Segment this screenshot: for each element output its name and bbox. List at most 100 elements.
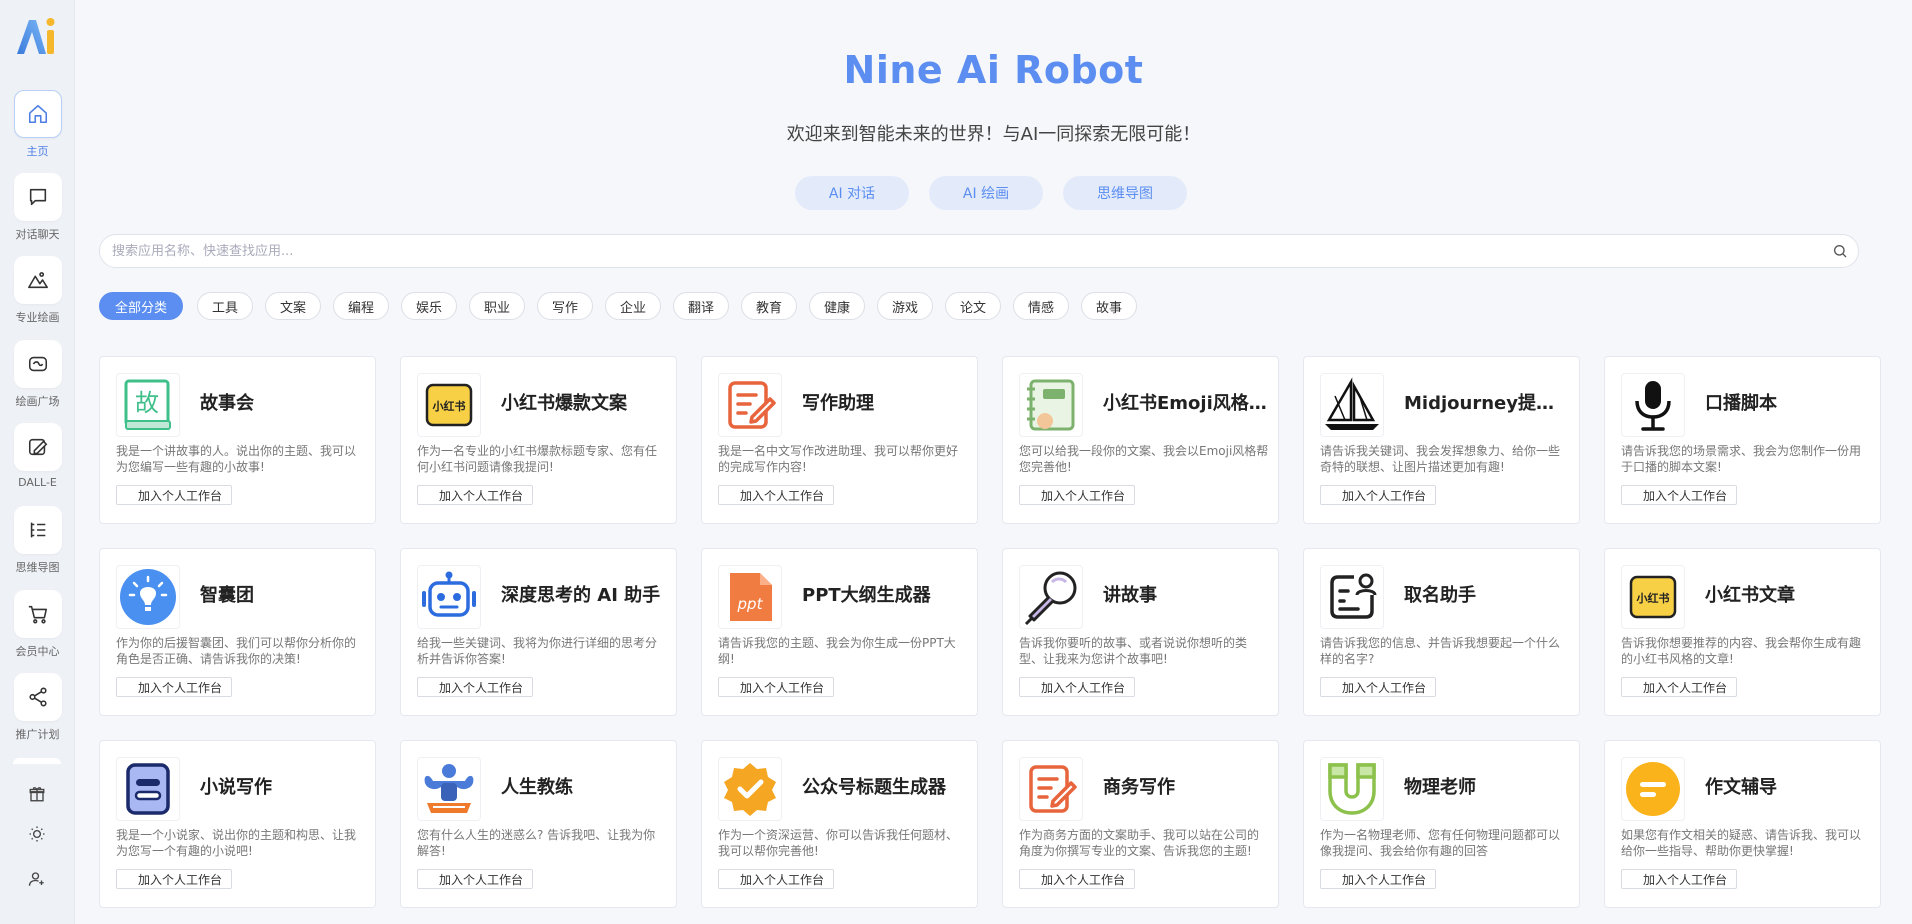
nav-gallery[interactable]: 绘画广场 <box>0 340 75 409</box>
nav-dalle-label: DALL-E <box>18 476 57 489</box>
document-icon <box>116 757 180 821</box>
app-card[interactable]: 小红书 小红书爆款文案 作为一名专业的小红书爆款标题专家、您有任何小红书问题请像… <box>400 356 677 524</box>
name-card-icon <box>1320 565 1384 629</box>
writing-icon <box>1019 757 1083 821</box>
nav-mindmap[interactable]: 思维导图 <box>0 506 75 575</box>
gift-icon[interactable] <box>24 781 50 807</box>
app-card[interactable]: 人生教练 您有什么人生的迷惑么? 告诉我吧、让我为你解答! 加入个人工作台 <box>400 740 677 908</box>
sun-icon[interactable] <box>24 821 50 847</box>
nav-member[interactable]: 会员中心 <box>0 590 75 659</box>
app-card[interactable]: 小红书Emoji风格文案 您可以给我一段你的文案、我会以Emoji风格帮您完善他… <box>1002 356 1279 524</box>
app-description: 作为一名物理老师、您有任何物理问题都可以像我提问、我会给你有趣的回答 <box>1320 828 1561 858</box>
category-writing[interactable]: 写作 <box>537 292 593 320</box>
add-to-workspace-button[interactable]: 加入个人工作台 <box>116 485 232 505</box>
ai-chat-button[interactable]: AI 对话 <box>795 176 909 210</box>
app-card[interactable]: 讲故事 告诉我你要听的故事、或者说说你想听的类型、让我来为您讲个故事吧! 加入个… <box>1002 548 1279 716</box>
app-card[interactable]: 公众号标题生成器 作为一个资深运营、你可以告诉我任何题材、我可以帮你完善他! 加… <box>701 740 978 908</box>
category-coding[interactable]: 编程 <box>333 292 389 320</box>
add-to-workspace-button[interactable]: 加入个人工作台 <box>1621 869 1737 889</box>
nav-promote[interactable]: 推广计划 <box>0 673 75 742</box>
sailboat-icon <box>1320 373 1384 437</box>
category-entertainment[interactable]: 娱乐 <box>401 292 457 320</box>
cart-icon <box>13 590 62 638</box>
category-enterprise[interactable]: 企业 <box>605 292 661 320</box>
add-to-workspace-button[interactable]: 加入个人工作台 <box>718 869 834 889</box>
app-description: 作为商务方面的文案助手、我可以站在公司的角度为你撰写专业的文案、告诉我您的主题! <box>1019 828 1260 858</box>
category-emotion[interactable]: 情感 <box>1013 292 1069 320</box>
app-card[interactable]: 智囊团 作为你的后援智囊团、我们可以帮你分析你的角色是否正确、请告诉我你的决策!… <box>99 548 376 716</box>
app-card[interactable]: 物理老师 作为一名物理老师、您有任何物理问题都可以像我提问、我会给你有趣的回答 … <box>1303 740 1580 908</box>
add-to-workspace-button[interactable]: 加入个人工作台 <box>417 869 533 889</box>
app-description: 请告诉我您的主题、我会为你生成一份PPT大纲! <box>718 636 956 666</box>
mindmap-button[interactable]: 思维导图 <box>1063 176 1187 210</box>
search-icon[interactable] <box>1832 243 1848 259</box>
add-to-workspace-button[interactable]: 加入个人工作台 <box>417 677 533 697</box>
app-title: Midjourney提示词生成 <box>1404 393 1569 414</box>
ai-painting-button[interactable]: AI 绘画 <box>929 176 1043 210</box>
add-to-workspace-button[interactable]: 加入个人工作台 <box>1019 485 1135 505</box>
add-to-workspace-button[interactable]: 加入个人工作台 <box>1019 869 1135 889</box>
app-card[interactable]: 作文辅导 如果您有作文相关的疑惑、请告诉我、我可以给你一些指导、帮助你更快掌握!… <box>1604 740 1881 908</box>
app-title: 口播脚本 <box>1705 393 1777 414</box>
app-description: 给我一些关键词、我将为你进行详细的思考分析并告诉你答案! <box>417 636 658 666</box>
app-description: 如果您有作文相关的疑惑、请告诉我、我可以给你一些指导、帮助你更快掌握! <box>1621 828 1862 858</box>
add-to-workspace-button[interactable]: 加入个人工作台 <box>1621 677 1737 697</box>
add-to-workspace-button[interactable]: 加入个人工作台 <box>1320 485 1436 505</box>
karaoke-mic-icon <box>1019 565 1083 629</box>
app-card[interactable]: ppt PPT大纲生成器 请告诉我您的主题、我会为你生成一份PPT大纲! 加入个… <box>701 548 978 716</box>
category-education[interactable]: 教育 <box>741 292 797 320</box>
app-title: 物理老师 <box>1404 777 1476 798</box>
add-to-workspace-button[interactable]: 加入个人工作台 <box>1621 485 1737 505</box>
app-card[interactable]: 小说写作 我是一个小说家、说出你的主题和构思、让我为您写一个有趣的小说吧! 加入… <box>99 740 376 908</box>
category-tools[interactable]: 工具 <box>197 292 253 320</box>
nav-painting[interactable]: 专业绘画 <box>0 256 75 325</box>
app-card[interactable]: 商务写作 作为商务方面的文案助手、我可以站在公司的角度为你撰写专业的文案、告诉我… <box>1002 740 1279 908</box>
app-title: 公众号标题生成器 <box>802 777 946 798</box>
app-card[interactable]: 小红书 小红书文章 告诉我你想要推荐的内容、我会帮你生成有趣的小红书风格的文章!… <box>1604 548 1881 716</box>
add-to-workspace-button[interactable]: 加入个人工作台 <box>1320 869 1436 889</box>
category-games[interactable]: 游戏 <box>877 292 933 320</box>
app-title: 小红书爆款文案 <box>501 393 627 414</box>
category-copywriting[interactable]: 文案 <box>265 292 321 320</box>
app-card[interactable]: 写作助理 我是一名中文写作改进助理、我可以帮你更好的完成写作内容! 加入个人工作… <box>701 356 978 524</box>
app-title: PPT大纲生成器 <box>802 585 931 606</box>
app-description: 告诉我你要听的故事、或者说说你想听的类型、让我来为您讲个故事吧! <box>1019 636 1248 666</box>
category-health[interactable]: 健康 <box>809 292 865 320</box>
add-to-workspace-button[interactable]: 加入个人工作台 <box>417 485 533 505</box>
category-all[interactable]: 全部分类 <box>99 292 183 320</box>
app-card[interactable]: 故 故事会 我是一个讲故事的人。说出你的主题、我可以为您编写一些有趣的小故事! … <box>99 356 376 524</box>
app-description: 我是一个小说家、说出你的主题和构思、让我为您写一个有趣的小说吧! <box>116 828 357 858</box>
category-stories[interactable]: 故事 <box>1081 292 1137 320</box>
app-card[interactable]: 深度思考的 AI 助手 给我一些关键词、我将为你进行详细的思考分析并告诉你答案!… <box>400 548 677 716</box>
mindmap-icon <box>13 506 62 554</box>
hero-subtitle: 欢迎来到智能未来的世界！与AI一同探索无限可能！ <box>786 124 1201 145</box>
add-to-workspace-button[interactable]: 加入个人工作台 <box>1320 677 1436 697</box>
nav-dalle[interactable]: DALL-E <box>0 423 75 489</box>
add-to-workspace-button[interactable]: 加入个人工作台 <box>718 677 834 697</box>
writing-icon <box>718 373 782 437</box>
category-papers[interactable]: 论文 <box>945 292 1001 320</box>
add-to-workspace-button[interactable]: 加入个人工作台 <box>116 677 232 697</box>
category-translation[interactable]: 翻译 <box>673 292 729 320</box>
add-to-workspace-button[interactable]: 加入个人工作台 <box>718 485 834 505</box>
notebook-icon <box>1019 373 1083 437</box>
category-career[interactable]: 职业 <box>469 292 525 320</box>
app-title: 商务写作 <box>1103 777 1175 798</box>
nav-gallery-label: 绘画广场 <box>15 395 60 408</box>
app-title: 故事会 <box>200 393 254 414</box>
app-card[interactable]: 取名助手 请告诉我您的信息、并告诉我想要起一个什么样的名字? 加入个人工作台 <box>1303 548 1580 716</box>
nav-chat[interactable]: 对话聊天 <box>0 173 75 242</box>
logo-icon[interactable] <box>14 14 60 58</box>
app-card[interactable]: 口播脚本 请告诉我您的场景需求、我会为您制作一份用于口播的脚本文案! 加入个人工… <box>1604 356 1881 524</box>
app-description: 请告诉我关键词、我会发挥想象力、给你一些奇特的联想、让图片描述更加有趣! <box>1320 444 1561 474</box>
app-title: 人生教练 <box>501 777 573 798</box>
nav-more-hint <box>13 758 61 764</box>
user-add-icon[interactable] <box>24 866 50 892</box>
app-description: 我是一个讲故事的人。说出你的主题、我可以为您编写一些有趣的小故事! <box>116 444 357 474</box>
app-card[interactable]: Midjourney提示词生成 请告诉我关键词、我会发挥想象力、给你一些奇特的联… <box>1303 356 1580 524</box>
add-to-workspace-button[interactable]: 加入个人工作台 <box>116 869 232 889</box>
nav-home[interactable]: 主页 <box>0 90 75 159</box>
add-to-workspace-button[interactable]: 加入个人工作台 <box>1019 677 1135 697</box>
search-input[interactable] <box>112 235 1812 267</box>
app-description: 作为你的后援智囊团、我们可以帮你分析你的角色是否正确、请告诉我你的决策! <box>116 636 357 666</box>
